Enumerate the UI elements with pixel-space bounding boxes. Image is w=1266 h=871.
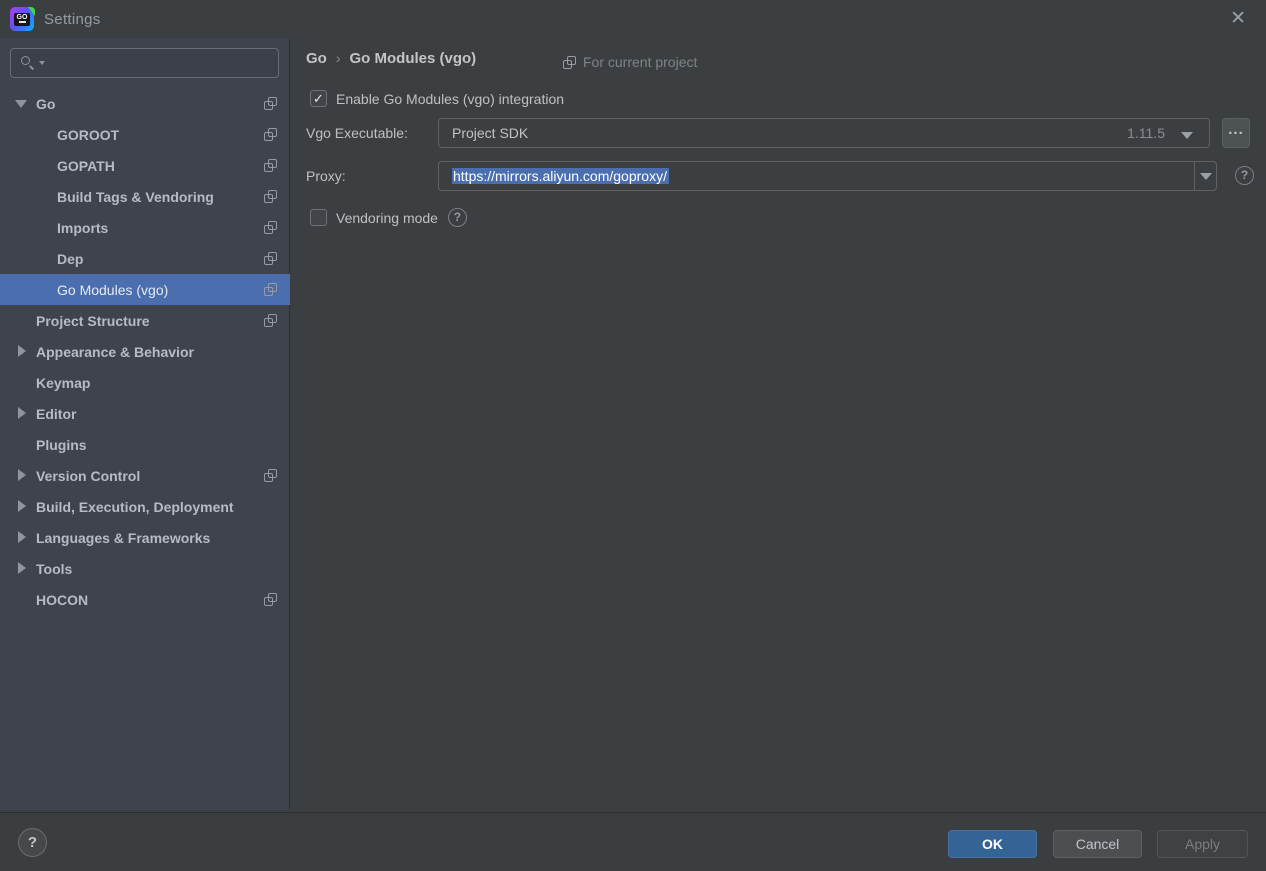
sidebar-item-appearance-behavior[interactable]: Appearance & Behavior [0,336,290,367]
vgo-sdk-version: 1.11.5 [1127,125,1165,141]
sidebar-item-imports[interactable]: Imports [0,212,290,243]
sidebar-item-build-tags-vendoring[interactable]: Build Tags & Vendoring [0,181,290,212]
sidebar-item-dep[interactable]: Dep [0,243,290,274]
sidebar-item-project-structure[interactable]: Project Structure [0,305,290,336]
sidebar-item-gopath[interactable]: GOPATH [0,150,290,181]
goland-logo-text: GO [14,12,30,26]
vgo-executable-label: Vgo Executable: [306,125,408,141]
search-icon [20,55,36,71]
sidebar-item-go-modules-vgo[interactable]: Go Modules (vgo) [0,274,290,305]
project-settings-icon [264,128,277,141]
chevron-collapsed-icon[interactable] [18,469,26,481]
vendoring-mode-label: Vendoring mode [336,209,438,226]
sidebar-item-languages-frameworks[interactable]: Languages & Frameworks [0,522,290,553]
ok-button[interactable]: OK [948,830,1037,858]
sidebar-item-tools[interactable]: Tools [0,553,290,584]
sidebar-item-editor[interactable]: Editor [0,398,290,429]
sidebar-item-hocon[interactable]: HOCON [0,584,290,615]
settings-tree: Go GOROOT GOPATH Build Tags & Vendoring … [0,88,290,615]
sidebar-item-goroot[interactable]: GOROOT [0,119,290,150]
breadcrumb-parent: Go [306,50,327,67]
proxy-value[interactable]: https://mirrors.aliyun.com/goproxy/ [452,168,669,184]
scope-indicator: For current project [563,54,697,70]
settings-sidebar: Go GOROOT GOPATH Build Tags & Vendoring … [0,38,290,810]
project-settings-icon [264,593,277,606]
project-settings-icon [264,159,277,172]
chevron-collapsed-icon[interactable] [18,345,26,357]
proxy-dropdown-button[interactable] [1194,162,1216,190]
goland-logo-icon: GO [10,7,34,31]
project-settings-icon [264,252,277,265]
project-settings-icon [264,314,277,327]
dialog-footer: ? OK Cancel Apply [0,812,1266,871]
chevron-collapsed-icon[interactable] [18,407,26,419]
project-settings-icon [563,55,576,69]
close-icon[interactable]: ✕ [1230,9,1246,29]
enable-go-modules-row: ✓ Enable Go Modules (vgo) integration [310,90,564,107]
enable-go-modules-checkbox[interactable]: ✓ [310,90,327,107]
search-input[interactable] [45,49,278,77]
proxy-combobox[interactable]: https://mirrors.aliyun.com/goproxy/ [438,161,1217,191]
cancel-button[interactable]: Cancel [1053,830,1142,858]
browse-button[interactable]: ... [1222,118,1250,148]
apply-button[interactable]: Apply [1157,830,1248,858]
proxy-help-icon[interactable]: ? [1235,166,1254,185]
breadcrumb-separator: › [335,50,341,66]
chevron-collapsed-icon[interactable] [18,531,26,543]
sidebar-item-version-control[interactable]: Version Control [0,460,290,491]
enable-go-modules-label: Enable Go Modules (vgo) integration [336,90,565,107]
vgo-executable-select[interactable]: Project SDK 1.11.5 [438,118,1210,148]
search-box[interactable] [10,48,279,78]
chevron-down-icon [1200,173,1212,180]
window-title: Settings [44,11,101,28]
sidebar-item-plugins[interactable]: Plugins [0,429,290,460]
vendoring-help-icon[interactable]: ? [447,208,467,227]
chevron-collapsed-icon[interactable] [18,500,26,512]
project-settings-icon [264,190,277,203]
breadcrumb: Go › Go Modules (vgo) [306,50,476,67]
chevron-down-icon[interactable] [1181,132,1193,139]
vgo-executable-value: Project SDK [452,125,529,141]
project-settings-icon [264,283,277,296]
sidebar-item-build-execution-deployment[interactable]: Build, Execution, Deployment [0,491,290,522]
sidebar-item-go[interactable]: Go [0,88,290,119]
project-settings-icon [264,469,277,482]
vendoring-mode-row: Vendoring mode ? [310,208,467,227]
project-settings-icon [264,221,277,234]
scope-label: For current project [583,54,698,70]
titlebar: GO Settings ✕ [0,0,1266,38]
chevron-collapsed-icon[interactable] [18,562,26,574]
chevron-expanded-icon[interactable] [15,100,27,108]
help-button[interactable]: ? [18,828,47,857]
proxy-label: Proxy: [306,168,346,184]
settings-content-panel: Go › Go Modules (vgo) For current project … [291,38,1266,812]
project-settings-icon [264,97,277,110]
vendoring-mode-checkbox[interactable] [310,209,327,226]
sidebar-item-keymap[interactable]: Keymap [0,367,290,398]
page-title: Go Modules (vgo) [349,50,477,67]
